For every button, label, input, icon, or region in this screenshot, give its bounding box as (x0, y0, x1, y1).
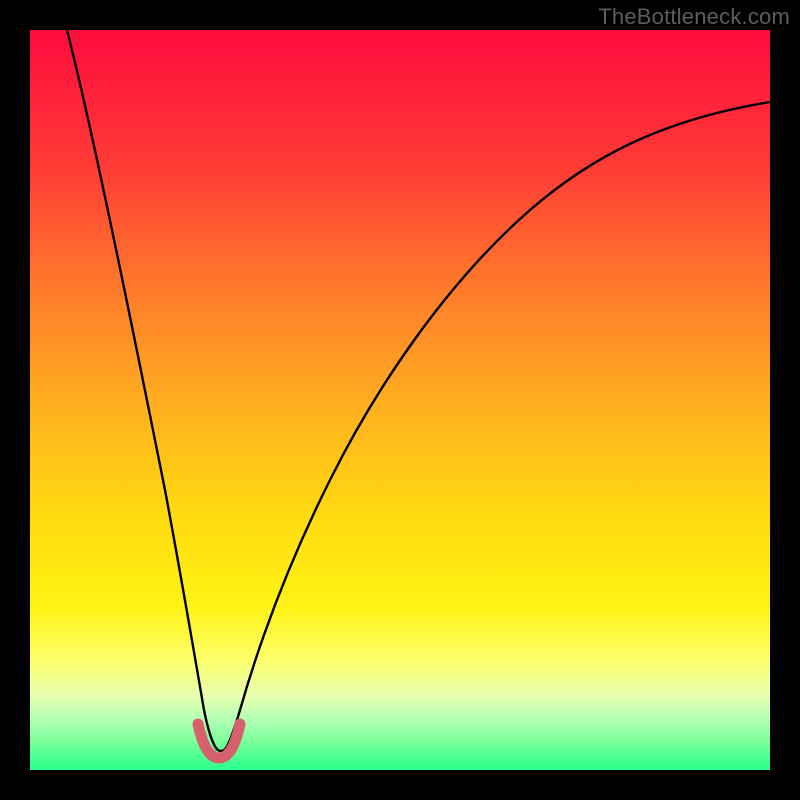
bottleneck-curve (67, 30, 770, 751)
watermark-text: TheBottleneck.com (598, 4, 790, 30)
chart-curve (30, 30, 770, 770)
plot-area (30, 30, 770, 770)
valley-marker (198, 724, 240, 758)
chart-frame: TheBottleneck.com (0, 0, 800, 800)
